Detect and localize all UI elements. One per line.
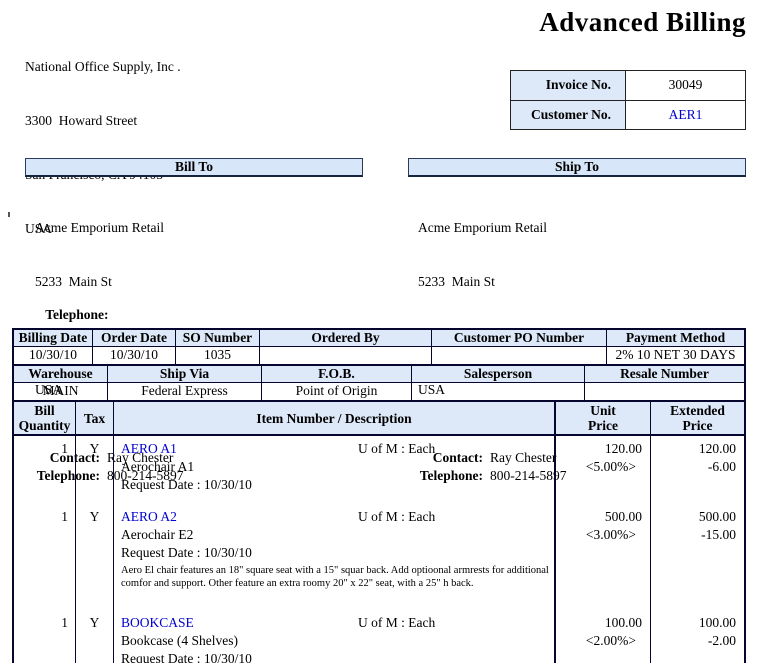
header-customer-po: Customer PO Number (432, 330, 607, 347)
item-desc-line: Aerochair A1 (121, 458, 554, 476)
value-salesperson (412, 383, 585, 400)
item-qty: 1 (14, 610, 76, 663)
customer-no-label: Customer No. (511, 101, 626, 129)
ship-to-header: Ship To (408, 158, 746, 177)
item-uom: U of M : Each (358, 614, 435, 632)
item-long-description: Aero El chair features an 18" square sea… (121, 564, 553, 590)
value-so-number: 1035 (176, 347, 260, 364)
value-order-date: 10/30/10 (93, 347, 176, 364)
header-fob: F.O.B. (262, 366, 412, 383)
header-ship-via: Ship Via (108, 366, 262, 383)
invoice-detail-table: Billing Date Order Date SO Number Ordere… (12, 328, 746, 663)
item-table-header: BillQuantity Tax Item Number / Descripti… (12, 400, 746, 436)
item-description-cell: BOOKCASE U of M : Each Bookcase (4 Shelv… (114, 610, 556, 663)
header-item-description: Item Number / Description (114, 402, 556, 434)
ship-to-name: Acme Emporium Retail (418, 219, 746, 237)
item-uom: U of M : Each (358, 440, 435, 458)
page-title: Advanced Billing (539, 7, 746, 38)
item-extended-price-cell: 500.00 -15.00 (651, 504, 744, 610)
invoice-no-row: Invoice No. 30049 (511, 71, 745, 100)
invoice-meta-table: Invoice No. 30049 Customer No. AER1 (510, 70, 746, 130)
info-grid-2: Warehouse Ship Via F.O.B. Salesperson Re… (12, 364, 746, 400)
info-grid-1: Billing Date Order Date SO Number Ordere… (12, 328, 746, 364)
company-name: National Office Supply, Inc . (25, 58, 181, 76)
item-extended-price-cell: 100.00 -2.00 (651, 610, 744, 663)
value-ordered-by (260, 347, 432, 364)
item-qty: 1 (14, 504, 76, 610)
bill-to-address1: 5233 Main St (35, 273, 363, 291)
item-request-date: Request Date : 10/30/10 (121, 476, 554, 494)
value-ship-via: Federal Express (108, 383, 262, 400)
item-uom: U of M : Each (358, 508, 435, 526)
item-number-link[interactable]: BOOKCASE (121, 614, 358, 632)
value-fob: Point of Origin (262, 383, 412, 400)
value-customer-po (432, 347, 607, 364)
item-number-link[interactable]: AERO A1 (121, 440, 358, 458)
invoice-no-label: Invoice No. (511, 71, 626, 100)
value-warehouse: MAIN (14, 383, 108, 400)
item-tax: Y (76, 436, 114, 504)
header-billing-date: Billing Date (14, 330, 93, 347)
item-extended-price-cell: 120.00 -6.00 (651, 436, 744, 504)
value-billing-date: 10/30/10 (14, 347, 93, 364)
header-bill-quantity: BillQuantity (14, 402, 76, 434)
header-payment-method: Payment Method (607, 330, 744, 347)
company-address-line1: 3300 Howard Street (25, 112, 181, 130)
value-resale-number (585, 383, 744, 400)
bill-to-name: Acme Emporium Retail (35, 219, 363, 237)
item-table-body: 1 Y AERO A1 U of M : Each Aerochair A1 R… (12, 436, 746, 663)
header-unit-price: UnitPrice (556, 402, 651, 434)
invoice-page: National Office Supply, Inc . 3300 Howar… (0, 0, 770, 663)
bill-to-header: Bill To (25, 158, 363, 177)
header-extended-price: ExtendedPrice (651, 402, 744, 434)
invoice-no-value: 30049 (626, 71, 745, 100)
header-tax: Tax (76, 402, 114, 434)
stray-mark (8, 212, 10, 217)
item-qty: 1 (14, 436, 76, 504)
customer-no-row: Customer No. AER1 (511, 100, 745, 129)
item-unit-price-cell: 100.00 <2.00%> (556, 610, 651, 663)
customer-no-link[interactable]: AER1 (626, 101, 745, 129)
item-request-date: Request Date : 10/30/10 (121, 544, 554, 562)
item-request-date: Request Date : 10/30/10 (121, 650, 554, 663)
value-payment-method: 2% 10 NET 30 DAYS (607, 347, 744, 364)
header-so-number: SO Number (176, 330, 260, 347)
item-unit-price-cell: 500.00 <3.00%> (556, 504, 651, 610)
ship-to-address1: 5233 Main St (418, 273, 746, 291)
item-number-link[interactable]: AERO A2 (121, 508, 358, 526)
header-salesperson: Salesperson (412, 366, 585, 383)
header-order-date: Order Date (93, 330, 176, 347)
item-tax: Y (76, 610, 114, 663)
item-unit-price-cell: 120.00 <5.00%> (556, 436, 651, 504)
header-ordered-by: Ordered By (260, 330, 432, 347)
item-tax: Y (76, 504, 114, 610)
item-desc-line: Bookcase (4 Shelves) (121, 632, 554, 650)
item-description-cell: AERO A1 U of M : Each Aerochair A1 Reque… (114, 436, 556, 504)
item-desc-line: Aerochair E2 (121, 526, 554, 544)
header-resale-number: Resale Number (585, 366, 744, 383)
item-description-cell: AERO A2 U of M : Each Aerochair E2 Reque… (114, 504, 556, 610)
header-warehouse: Warehouse (14, 366, 108, 383)
